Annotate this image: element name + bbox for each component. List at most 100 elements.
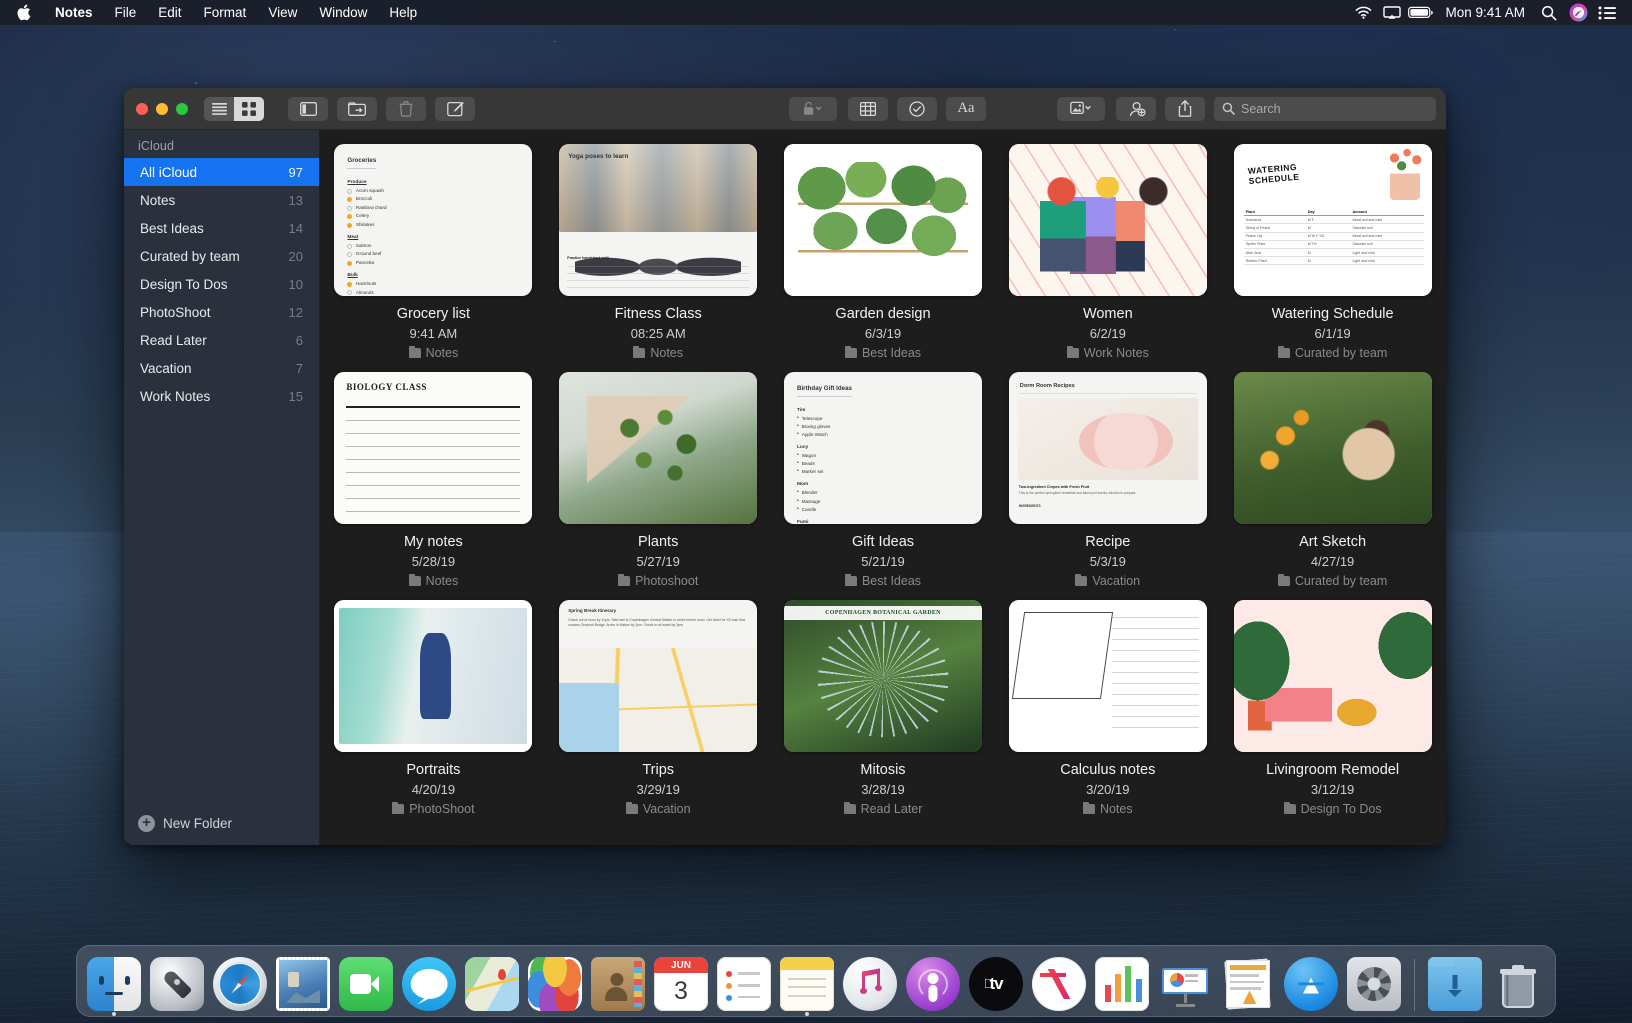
note-card[interactable]: Birthday Gift IdeasTimTelescopeBoxing gl… [784,372,983,588]
dock-item-news[interactable] [1032,957,1086,1011]
note-thumbnail[interactable]: Spring Break ItineraryCheck out of room … [559,600,757,752]
note-date: 5/21/19 [861,554,904,569]
dock-item-downloads[interactable] [1428,957,1482,1011]
dock-item-app-store[interactable]: ▲ [1284,957,1338,1011]
menu-item-help[interactable]: Help [378,0,428,25]
lock-icon[interactable] [789,97,837,121]
note-card[interactable]: Portraits4/20/19PhotoShoot [334,600,533,816]
search-input[interactable]: Search [1214,97,1436,121]
note-card[interactable]: WATERINGSCHEDULEPlantDayAmountDracaenaM … [1233,144,1432,360]
add-people-icon[interactable] [1116,97,1156,121]
note-thumbnail[interactable]: BIOLOGY CLASS [334,372,532,524]
sidebar-item-design-to-dos[interactable]: Design To Dos10 [124,270,319,298]
dock-item-itunes[interactable] [843,957,897,1011]
note-card[interactable]: Livingroom Remodel3/12/19Design To Dos [1233,600,1432,816]
spotlight-search-icon[interactable] [1536,0,1562,25]
note-thumbnail[interactable]: Yoga poses to learnPractice handstand sp… [559,144,757,296]
note-thumbnail[interactable] [1009,600,1207,752]
menu-item-window[interactable]: Window [308,0,378,25]
dock-item-contacts[interactable] [591,957,645,1011]
wifi-icon[interactable] [1350,0,1376,25]
sidebar-toggle-icon[interactable] [288,97,328,121]
dock-item-calendar[interactable]: JUN3 [654,957,708,1011]
note-card[interactable]: Garden design6/3/19Best Ideas [784,144,983,360]
menu-item-format[interactable]: Format [193,0,258,25]
note-card[interactable]: Spring Break ItineraryCheck out of room … [559,600,758,816]
control-center-icon[interactable] [1594,0,1620,25]
note-thumbnail[interactable]: WATERINGSCHEDULEPlantDayAmountDracaenaM … [1234,144,1432,296]
checklist-icon[interactable] [897,97,937,121]
notes-grid[interactable]: GroceriesProduceAcorn squashBroccoliRain… [320,130,1446,845]
dock-item-launchpad[interactable] [150,957,204,1011]
note-thumbnail[interactable]: Dorm Room RecipesTwo-Ingredient Crepes w… [1009,372,1207,524]
note-thumbnail[interactable] [1009,144,1207,296]
sidebar-item-read-later[interactable]: Read Later6 [124,326,319,354]
grid-view-icon[interactable] [234,97,264,121]
note-card[interactable]: BIOLOGY CLASSMy notes5/28/19Notes [334,372,533,588]
note-card[interactable]: Plants5/27/19Photoshoot [559,372,758,588]
note-card[interactable]: Women6/2/19Work Notes [1008,144,1207,360]
menu-item-view[interactable]: View [257,0,308,25]
note-thumbnail[interactable] [784,144,982,296]
dock-item-facetime[interactable] [339,957,393,1011]
airplay-icon[interactable] [1379,0,1405,25]
note-card[interactable]: Art Sketch4/27/19Curated by team [1233,372,1432,588]
note-thumbnail[interactable] [1234,600,1432,752]
dock-item-notes[interactable] [780,957,834,1011]
dock-item-maps[interactable] [465,957,519,1011]
note-thumbnail[interactable] [334,600,532,752]
media-icon[interactable] [1057,97,1105,121]
note-thumbnail[interactable]: Birthday Gift IdeasTimTelescopeBoxing gl… [784,372,982,524]
sidebar-item-label: Notes [140,193,175,208]
dock-item-numbers[interactable] [1095,957,1149,1011]
menu-item-file[interactable]: File [104,0,148,25]
sidebar-item-vacation[interactable]: Vacation7 [124,354,319,382]
dock-item-mail[interactable] [276,957,330,1011]
dock-item-keynote[interactable] [1158,957,1212,1011]
sidebar-item-photoshoot[interactable]: PhotoShoot12 [124,298,319,326]
note-card[interactable]: GroceriesProduceAcorn squashBroccoliRain… [334,144,533,360]
note-thumbnail[interactable]: COPENHAGEN BOTANICAL GARDEN [784,600,982,752]
note-thumbnail[interactable]: GroceriesProduceAcorn squashBroccoliRain… [334,144,532,296]
note-folder-label: Photoshoot [635,574,698,588]
dock-item-messages[interactable] [402,957,456,1011]
trash-icon[interactable] [386,97,426,121]
menu-item-notes[interactable]: Notes [44,0,104,25]
note-thumbnail[interactable] [559,372,757,524]
compose-note-icon[interactable] [435,97,475,121]
dock-item-apple-tv[interactable]: tv [969,957,1023,1011]
dock-item-system-preferences[interactable] [1347,957,1401,1011]
dock-item-finder[interactable] [87,957,141,1011]
zoom-button[interactable] [176,103,188,115]
siri-icon[interactable] [1565,0,1591,25]
dock-item-reminders[interactable] [717,957,771,1011]
view-mode-segmented-control[interactable] [204,97,264,121]
sidebar-item-work-notes[interactable]: Work Notes15 [124,382,319,410]
dock-item-trash[interactable] [1491,957,1545,1011]
note-card[interactable]: Calculus notes3/20/19Notes [1008,600,1207,816]
note-thumbnail[interactable] [1234,372,1432,524]
menu-item-edit[interactable]: Edit [147,0,192,25]
note-card[interactable]: COPENHAGEN BOTANICAL GARDENMitosis3/28/1… [784,600,983,816]
sidebar-item-notes[interactable]: Notes13 [124,186,319,214]
note-card[interactable]: Dorm Room RecipesTwo-Ingredient Crepes w… [1008,372,1207,588]
apple-logo-icon[interactable] [0,4,44,21]
dock-item-photos[interactable] [528,957,582,1011]
table-icon[interactable] [848,97,888,121]
sidebar-item-curated-by-team[interactable]: Curated by team20 [124,242,319,270]
note-card[interactable]: Yoga poses to learnPractice handstand sp… [559,144,758,360]
share-icon[interactable] [1165,97,1205,121]
battery-icon[interactable] [1408,0,1434,25]
list-view-icon[interactable] [204,97,234,121]
dock-item-podcasts[interactable] [906,957,960,1011]
menu-bar-clock[interactable]: Mon 9:41 AM [1437,5,1533,20]
sidebar-item-all-icloud[interactable]: All iCloud97 [124,158,319,186]
move-to-folder-icon[interactable] [337,97,377,121]
new-folder-button[interactable]: + New Folder [124,801,319,845]
dock-item-safari[interactable] [213,957,267,1011]
sidebar-item-best-ideas[interactable]: Best Ideas14 [124,214,319,242]
format-button[interactable]: Aa [946,97,986,121]
close-button[interactable] [136,103,148,115]
minimize-button[interactable] [156,103,168,115]
dock-item-pages[interactable] [1221,957,1275,1011]
